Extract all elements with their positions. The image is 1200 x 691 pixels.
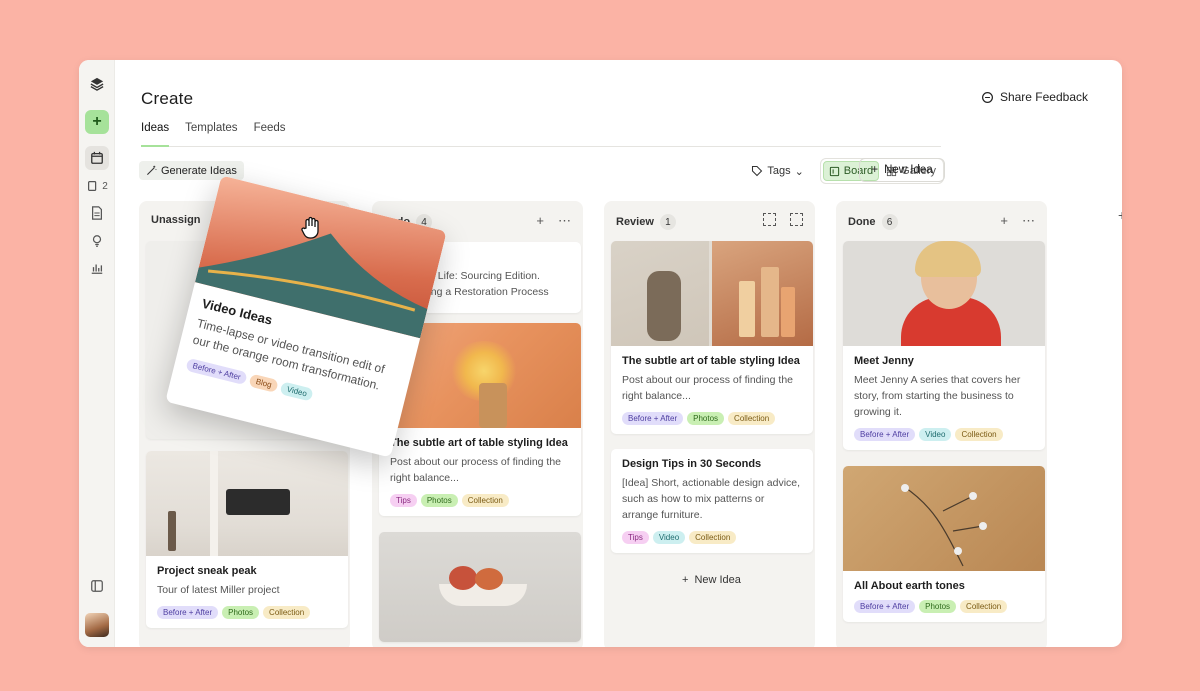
tag-chip: Collection	[263, 606, 311, 619]
calendar-icon[interactable]	[85, 146, 109, 170]
sidebar: + 2	[79, 60, 115, 647]
collapse-sidebar-icon[interactable]	[85, 574, 109, 598]
idea-card[interactable]	[379, 532, 581, 642]
magic-wand-icon	[146, 165, 157, 176]
card-title: All About earth tones	[854, 580, 965, 592]
tab-bar: Ideas Templates Feeds	[141, 122, 941, 147]
card-image	[843, 466, 1045, 571]
queue-icon[interactable]: 2	[85, 174, 109, 198]
card-title: The subtle art of table styling Idea	[622, 355, 800, 367]
card-title: Meet Jenny	[854, 355, 914, 367]
column-header: Unassign	[151, 214, 201, 226]
column-review: Review 1 The subtle art of table styling…	[604, 201, 815, 647]
tag-icon	[752, 165, 763, 177]
column-count-badge: 1	[659, 214, 676, 230]
tab-ideas[interactable]: Ideas	[141, 122, 170, 147]
column-title: Review	[616, 216, 654, 228]
select-frame-icon[interactable]	[763, 213, 776, 226]
column-title: Done	[848, 216, 876, 228]
user-avatar[interactable]	[85, 613, 109, 637]
tag-chip: Before + After	[854, 600, 916, 613]
tag-chip: Tips	[390, 494, 417, 507]
card-title: Design Tips in 30 Seconds	[622, 458, 762, 470]
column-new-idea-button[interactable]: + New Idea	[682, 574, 741, 586]
column-actions: + ⋯	[1000, 213, 1035, 229]
grab-cursor-icon	[301, 216, 319, 239]
card-image	[146, 451, 348, 556]
tags-label: Tags	[767, 165, 791, 177]
column-header: Done 6	[848, 214, 898, 230]
card-description: Tour of latest Miller project	[157, 584, 280, 596]
layers-logo-icon[interactable]	[85, 72, 109, 96]
card-image	[611, 241, 813, 346]
tag-chip: Collection	[689, 531, 737, 544]
idea-card[interactable]: The subtle art of table styling Idea Pos…	[611, 241, 813, 434]
more-options-icon[interactable]: ⋯	[558, 213, 571, 229]
column-title: Unassign	[151, 214, 201, 226]
tab-feeds[interactable]: Feeds	[254, 122, 286, 146]
generate-ideas-label: Generate Ideas	[161, 164, 237, 177]
tag-chip: Before + After	[854, 428, 916, 441]
column-done: Done 6 + ⋯ Meet Jenny Meet Jenny A serie…	[836, 201, 1047, 647]
tag-chip: Video	[279, 381, 315, 402]
card-description: Meet Jenny A series that covers her stor…	[854, 374, 1021, 418]
tags-filter[interactable]: Tags ⌄	[751, 165, 804, 178]
share-feedback-label: Share Feedback	[999, 90, 1088, 104]
tag-chip: Photos	[919, 600, 957, 613]
idea-card[interactable]: All About earth tones Before + After Pho…	[843, 466, 1045, 622]
plus-icon: +	[871, 164, 879, 176]
tag-chip: Before + After	[622, 412, 684, 425]
column-actions	[763, 213, 803, 226]
card-description: Post about our process of finding the ri…	[390, 456, 562, 484]
tag-chip: Collection	[728, 412, 776, 425]
chevron-down-icon: ⌄	[794, 165, 804, 178]
share-feedback-button[interactable]: Share Feedback	[981, 90, 1088, 104]
tag-chip: Before + After	[157, 606, 219, 619]
tag-chip: Before + After	[185, 357, 248, 386]
card-description: Post about our process of finding the ri…	[622, 374, 794, 402]
document-icon[interactable]	[85, 201, 109, 225]
add-card-icon[interactable]: +	[1000, 213, 1008, 229]
column-actions: + ⋯	[536, 213, 571, 229]
new-idea-button[interactable]: + New Idea	[859, 158, 945, 182]
select-frame-icon[interactable]	[790, 213, 803, 226]
card-image	[843, 241, 1045, 346]
tag-chip: Blog	[248, 373, 279, 393]
page-title: Create	[141, 89, 194, 108]
tag-chip: Collection	[955, 428, 1003, 441]
tag-chip: Photos	[687, 412, 725, 425]
tag-chip: Tips	[622, 531, 649, 544]
tag-chip: Video	[652, 531, 686, 544]
add-column-icon[interactable]: +	[1118, 207, 1122, 223]
card-title: Project sneak peak	[157, 565, 257, 577]
tag-chip: Collection	[461, 494, 509, 507]
new-idea-label: New Idea	[884, 164, 933, 176]
queue-count: 2	[102, 180, 108, 192]
idea-card[interactable]: Meet Jenny Meet Jenny A series that cove…	[843, 241, 1045, 450]
analytics-icon[interactable]	[85, 256, 109, 280]
tab-templates[interactable]: Templates	[185, 122, 237, 146]
add-card-icon[interactable]: +	[536, 213, 544, 229]
chat-icon	[981, 91, 993, 103]
idea-card[interactable]: Design Tips in 30 Seconds [Idea] Short, …	[611, 449, 813, 553]
card-title: The subtle art of table styling Idea	[390, 437, 568, 449]
tag-chip: Video	[919, 428, 952, 441]
board-icon	[829, 166, 839, 176]
idea-card[interactable]: Project sneak peak Tour of latest Miller…	[146, 451, 348, 628]
column-header: Review 1	[616, 214, 676, 230]
column-new-idea-label: New Idea	[694, 574, 741, 586]
lightbulb-icon[interactable]	[85, 229, 109, 253]
column-count-badge: 6	[881, 214, 898, 230]
tag-chip: Collection	[960, 600, 1008, 613]
create-plus-icon[interactable]: +	[85, 110, 109, 134]
plus-icon: +	[682, 574, 689, 586]
tag-chip: Photos	[420, 494, 458, 507]
more-options-icon[interactable]: ⋯	[1022, 213, 1035, 229]
tag-chip: Photos	[222, 606, 260, 619]
card-description: [Idea] Short, actionable design advice, …	[622, 477, 801, 521]
card-image	[379, 532, 581, 642]
